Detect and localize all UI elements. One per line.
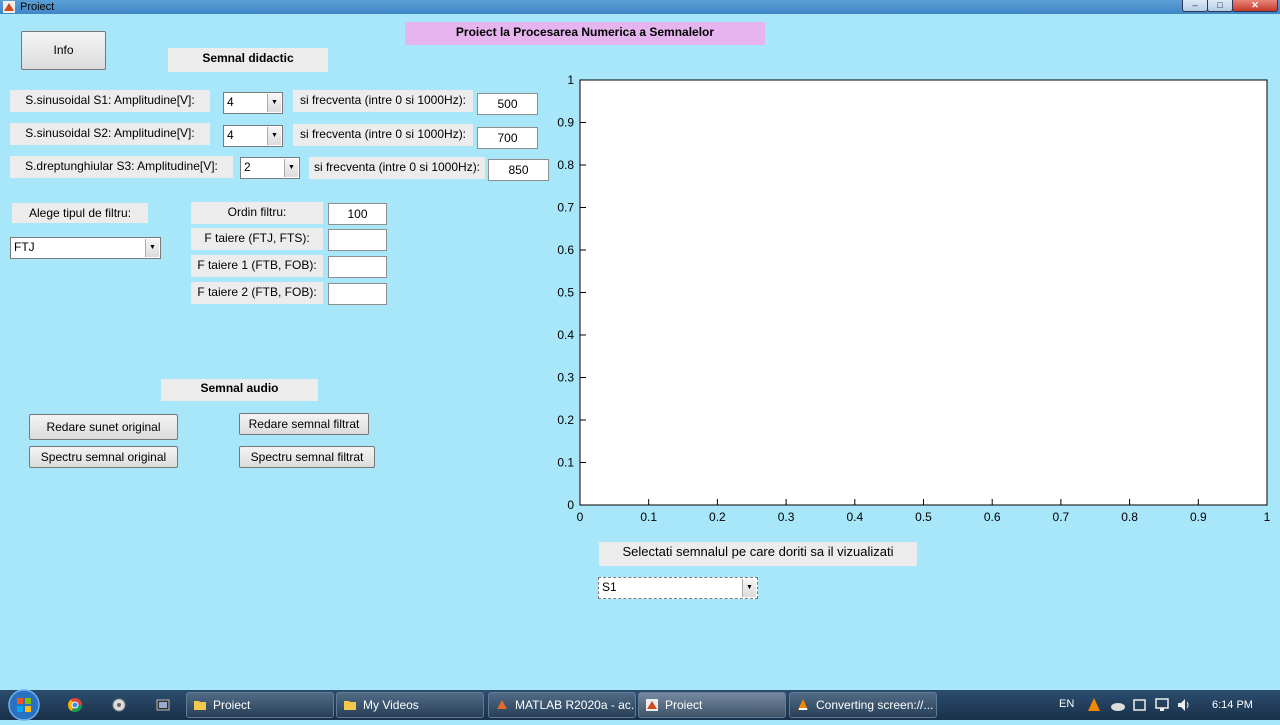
network-icon[interactable] bbox=[1110, 698, 1126, 712]
y-tick-label: 0 bbox=[567, 498, 574, 512]
s2-amplitude-select[interactable]: 4 ▼ bbox=[223, 125, 283, 147]
matlab-figure-icon bbox=[646, 699, 658, 711]
chrome-icon[interactable] bbox=[67, 697, 83, 713]
chevron-down-icon: ▼ bbox=[742, 579, 756, 597]
s2-frequency-label: si frecventa (intre 0 si 1000Hz): bbox=[293, 124, 473, 146]
filter-order-label: Ordin filtru: bbox=[191, 202, 323, 224]
x-tick-label: 1 bbox=[1264, 510, 1271, 524]
x-tick-label: 0.6 bbox=[984, 510, 1001, 524]
volume-icon[interactable] bbox=[1177, 698, 1191, 712]
cutoff-frequency-input[interactable] bbox=[328, 229, 387, 251]
play-original-button[interactable]: Redare sunet original bbox=[29, 414, 178, 440]
y-tick-label: 0.6 bbox=[557, 243, 574, 257]
filter-order-input[interactable]: 100 bbox=[328, 203, 387, 225]
filter-type-label: Alege tipul de filtru: bbox=[12, 203, 148, 223]
play-filtered-button[interactable]: Redare semnal filtrat bbox=[239, 413, 369, 435]
start-button[interactable] bbox=[5, 688, 43, 722]
chevron-down-icon: ▼ bbox=[284, 159, 298, 177]
y-tick-label: 1 bbox=[567, 73, 574, 87]
s1-amplitude-label: S.sinusoidal S1: Amplitudine[V]: bbox=[10, 90, 210, 112]
monitor-icon[interactable] bbox=[1155, 698, 1169, 712]
taskbar: Proiect My Videos MATLAB R2020a - ac... … bbox=[0, 688, 1280, 722]
vlc-tray-icon[interactable] bbox=[1087, 698, 1101, 712]
matlab-icon bbox=[497, 700, 507, 709]
minimize-button[interactable]: – bbox=[1182, 0, 1208, 12]
signal-select-value: S1 bbox=[602, 580, 617, 594]
x-tick-label: 0.9 bbox=[1190, 510, 1207, 524]
x-tick-label: 0.5 bbox=[915, 510, 932, 524]
x-tick-label: 0.2 bbox=[709, 510, 726, 524]
x-tick-label: 0.4 bbox=[846, 510, 863, 524]
cutoff-frequency-1-input[interactable] bbox=[328, 256, 387, 278]
y-tick-label: 0.9 bbox=[557, 116, 574, 130]
y-tick-label: 0.7 bbox=[557, 201, 574, 215]
chevron-down-icon: ▼ bbox=[145, 239, 159, 257]
clock-time[interactable]: 6:14 PM bbox=[1212, 690, 1253, 720]
signal-plot[interactable]: 0 0.1 0.2 0.3 0.4 0.5 0.6 0.7 0.8 0.9 1 0 0.1 0.2 0.3 0… bbox=[540, 70, 1280, 530]
s3-amplitude-value: 2 bbox=[244, 160, 251, 174]
y-tick-label: 0.4 bbox=[557, 328, 574, 342]
x-tick-label: 0.7 bbox=[1053, 510, 1070, 524]
filter-type-select[interactable]: FTJ ▼ bbox=[10, 237, 161, 259]
chevron-down-icon: ▼ bbox=[267, 127, 281, 145]
y-tick-label: 0.1 bbox=[557, 456, 574, 470]
s2-amplitude-value: 4 bbox=[227, 128, 234, 142]
y-tick-label: 0.5 bbox=[557, 286, 574, 300]
window-title-bar[interactable]: Proiect – □ ✕ bbox=[0, 0, 1280, 14]
taskbar-item-vlc[interactable]: Converting screen://... bbox=[789, 692, 937, 718]
windows-start-icon bbox=[8, 689, 40, 721]
taskbar-item-my-videos[interactable]: My Videos bbox=[336, 692, 484, 718]
page-title: Proiect la Procesarea Numerica a Semnale… bbox=[405, 22, 765, 45]
taskbar-item-proiect-folder[interactable]: Proiect bbox=[186, 692, 334, 718]
matlab-figure-icon bbox=[3, 1, 15, 13]
vlc-icon bbox=[798, 699, 808, 710]
taskbar-item-label: My Videos bbox=[363, 698, 419, 712]
x-tick-label: 0 bbox=[577, 510, 584, 524]
y-tick-label: 0.2 bbox=[557, 413, 574, 427]
filter-type-value: FTJ bbox=[14, 240, 35, 254]
didactic-section-title: Semnal didactic bbox=[168, 48, 328, 72]
folder-icon bbox=[344, 701, 356, 710]
language-indicator[interactable]: EN bbox=[1059, 690, 1074, 720]
close-button[interactable]: ✕ bbox=[1232, 0, 1278, 12]
y-tick-label: 0.8 bbox=[557, 158, 574, 172]
cutoff-frequency-1-label: F taiere 1 (FTB, FOB): bbox=[191, 255, 323, 277]
s2-frequency-input[interactable]: 700 bbox=[477, 127, 538, 149]
s1-amplitude-value: 4 bbox=[227, 95, 234, 109]
x-tick-label: 0.3 bbox=[778, 510, 795, 524]
folder-icon bbox=[194, 701, 206, 710]
chevron-down-icon: ▼ bbox=[267, 94, 281, 112]
taskbar-item-proiect-figure[interactable]: Proiect bbox=[638, 692, 786, 718]
taskbar-item-label: Proiect bbox=[665, 698, 703, 712]
spectrum-filtered-button[interactable]: Spectru semnal filtrat bbox=[239, 446, 375, 468]
s3-amplitude-select[interactable]: 2 ▼ bbox=[240, 157, 300, 179]
y-tick-label: 0.3 bbox=[557, 371, 574, 385]
s1-amplitude-select[interactable]: 4 ▼ bbox=[223, 92, 283, 114]
device-icon[interactable] bbox=[1133, 698, 1147, 712]
s3-frequency-label: si frecventa (intre 0 si 1000Hz): bbox=[309, 157, 485, 179]
maximize-button[interactable]: □ bbox=[1207, 0, 1233, 12]
app-icon[interactable] bbox=[111, 697, 127, 713]
cutoff-frequency-2-label: F taiere 2 (FTB, FOB): bbox=[191, 282, 323, 304]
s3-amplitude-label: S.dreptunghiular S3: Amplitudine[V]: bbox=[10, 156, 233, 178]
info-button[interactable]: Info bbox=[21, 31, 106, 70]
s1-frequency-label: si frecventa (intre 0 si 1000Hz): bbox=[293, 90, 473, 112]
cutoff-frequency-2-input[interactable] bbox=[328, 283, 387, 305]
x-tick-label: 0.1 bbox=[640, 510, 657, 524]
s2-amplitude-label: S.sinusoidal S2: Amplitudine[V]: bbox=[10, 123, 210, 145]
spectrum-original-button[interactable]: Spectru semnal original bbox=[29, 446, 178, 468]
cutoff-frequency-label: F taiere (FTJ, FTS): bbox=[191, 228, 323, 250]
signal-select[interactable]: S1 ▼ bbox=[598, 577, 758, 599]
window-title: Proiect bbox=[20, 1, 55, 13]
s1-frequency-input[interactable]: 500 bbox=[477, 93, 538, 115]
taskbar-item-matlab[interactable]: MATLAB R2020a - ac... bbox=[488, 692, 636, 718]
taskbar-item-label: Proiect bbox=[213, 698, 251, 712]
taskbar-item-label: MATLAB R2020a - ac... bbox=[515, 698, 636, 712]
taskbar-item-label: Converting screen://... bbox=[816, 698, 934, 712]
plot-area bbox=[579, 79, 1268, 506]
media-icon[interactable] bbox=[155, 697, 171, 713]
x-tick-label: 0.8 bbox=[1121, 510, 1138, 524]
audio-section-title: Semnal audio bbox=[161, 379, 318, 401]
signal-select-label: Selectati semnalul pe care doriti sa il … bbox=[599, 542, 917, 566]
